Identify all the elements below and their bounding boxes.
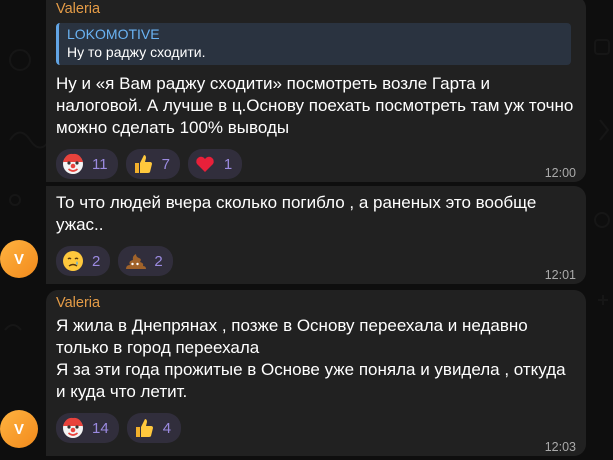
clown-face-icon	[63, 153, 83, 174]
message-bubble[interactable]: Valeria LOKOMOTIVE Ну то раджу сходити. …	[46, 0, 586, 182]
reaction-thumbs-up[interactable]: 7	[125, 149, 180, 179]
reaction-poo[interactable]: 2	[118, 246, 173, 276]
reaction-count: 4	[162, 419, 172, 437]
message-bubble[interactable]: Valeria Я жила в Днепрянах , позже в Осн…	[46, 290, 586, 456]
message-time: 12:03	[544, 440, 576, 454]
message-time: 12:01	[544, 268, 576, 282]
reaction-clown[interactable]: 11	[56, 149, 118, 179]
message-text: То что людей вчера сколько погибло , а р…	[56, 193, 542, 234]
reaction-count: 11	[92, 155, 108, 173]
clown-face-icon	[63, 417, 83, 438]
message-text: Я жила в Днепрянах , позже в Основу пере…	[56, 316, 566, 401]
reaction-count: 2	[92, 252, 101, 270]
crying-face-icon	[63, 251, 83, 271]
message-time: 12:00	[544, 166, 576, 180]
reply-sender-name: LOKOMOTIVE	[67, 26, 160, 42]
reaction-count: 14	[92, 419, 109, 437]
reaction-clown[interactable]: 14	[56, 413, 119, 443]
red-heart-icon	[196, 156, 214, 172]
reply-quote[interactable]: LOKOMOTIVE Ну то раджу сходити.	[56, 23, 571, 65]
avatar[interactable]: V	[0, 410, 38, 448]
sender-name[interactable]: Valeria	[56, 0, 576, 19]
message-bubble[interactable]: То что людей вчера сколько погибло , а р…	[46, 186, 586, 284]
reaction-count: 2	[154, 252, 163, 270]
message-text: Ну и «я Вам раджу сходити» посмотреть во…	[56, 74, 579, 137]
pile-of-poo-icon	[126, 254, 147, 269]
thumbs-up-icon	[134, 155, 152, 173]
reply-text: Ну то раджу сходити.	[67, 44, 206, 60]
reaction-count: 1	[223, 155, 233, 173]
thumbs-up-icon	[135, 419, 153, 437]
reactions-row: 11 7 1	[56, 149, 576, 179]
reaction-count: 7	[161, 155, 170, 173]
reaction-crying[interactable]: 2	[56, 246, 111, 276]
sender-name[interactable]: Valeria	[56, 294, 576, 313]
reactions-row: 14 4	[56, 413, 576, 443]
reactions-row: 2 2	[56, 246, 576, 276]
reaction-thumbs-up[interactable]: 4	[126, 413, 182, 443]
reaction-heart[interactable]: 1	[187, 149, 243, 179]
avatar[interactable]: V	[0, 240, 38, 278]
